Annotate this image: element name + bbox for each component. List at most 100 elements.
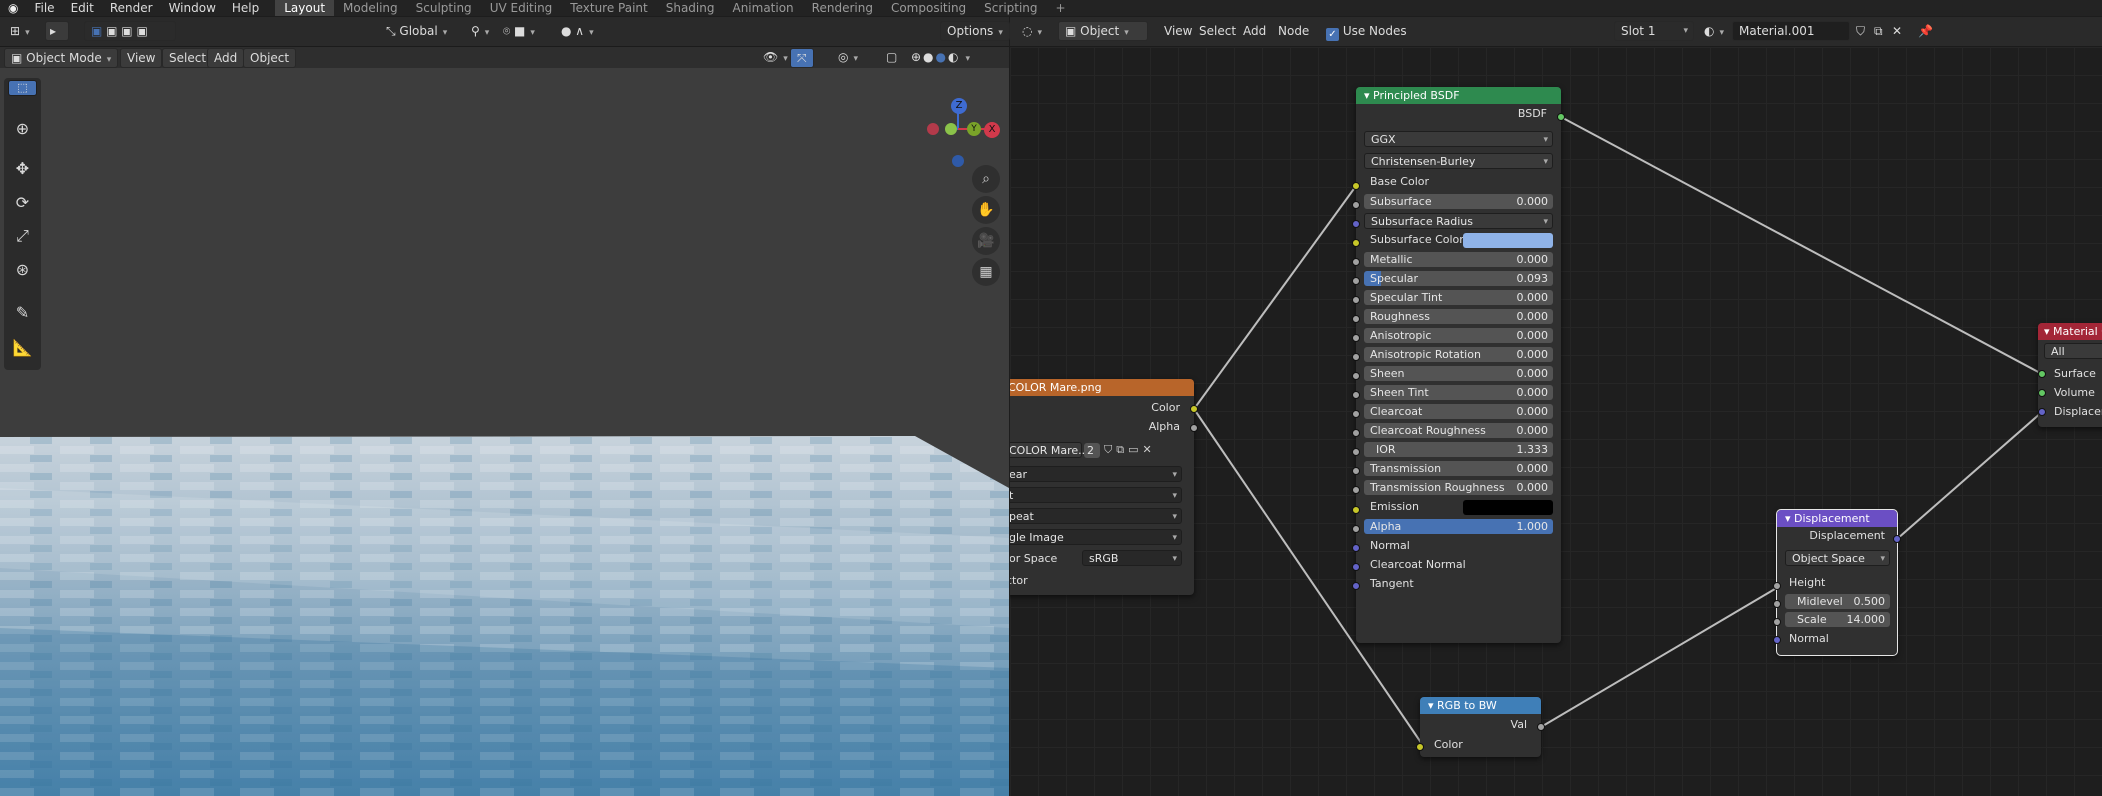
subsurface-color-swatch[interactable]: [1463, 233, 1553, 248]
node-editor-canvas[interactable]: COLOR Mare.png Color Alpha COLOR Mare...…: [1010, 47, 2102, 796]
distribution-dropdown[interactable]: GGX ▾: [1364, 131, 1553, 147]
tab-animation[interactable]: Animation: [723, 0, 802, 16]
specular-tint-field[interactable]: Specular Tint 0.000: [1364, 290, 1553, 305]
tab-modeling[interactable]: Modeling: [334, 0, 407, 16]
gizmo-toggle-icon[interactable]: ⤧: [790, 48, 814, 68]
midlevel-socket[interactable]: [1773, 600, 1781, 608]
pivot-icon[interactable]: ⚲ ▾: [465, 21, 495, 41]
tab-compositing[interactable]: Compositing: [882, 0, 975, 16]
clearcoat-roughness-socket[interactable]: [1352, 429, 1360, 437]
xray-icon[interactable]: ▢: [880, 47, 903, 67]
output-displacement-socket[interactable]: [2038, 408, 2046, 416]
emission-color-swatch[interactable]: [1463, 500, 1553, 515]
viewport-menu-select[interactable]: Select: [162, 48, 214, 68]
surface-socket[interactable]: [2038, 370, 2046, 378]
roughness-socket[interactable]: [1352, 315, 1360, 323]
output-target-dropdown[interactable]: All: [2044, 343, 2102, 359]
selection-mode-icons[interactable]: ▣ ▣ ▣ ▣: [84, 21, 176, 41]
sheen-tint-field[interactable]: Sheen Tint 0.000: [1364, 385, 1553, 400]
sheen-tint-socket[interactable]: [1352, 391, 1360, 399]
shader-type-dropdown[interactable]: ▣ Object ▾: [1058, 21, 1148, 41]
tab-shading[interactable]: Shading: [657, 0, 724, 16]
clearcoat-roughness-field[interactable]: Clearcoat Roughness 0.000: [1364, 423, 1553, 438]
shading-mode-icons[interactable]: ⊕●●◐ ▾: [905, 47, 978, 67]
subsurface-radius-socket[interactable]: [1352, 220, 1360, 228]
z-axis-icon[interactable]: Z: [951, 98, 967, 114]
displacement-node[interactable]: ▾ Displacement Displacement Object Space…: [1776, 509, 1898, 656]
neg-z-axis-icon[interactable]: [952, 155, 964, 167]
clearcoat-field[interactable]: Clearcoat 0.000: [1364, 404, 1553, 419]
slot-dropdown[interactable]: Slot 1 ▾: [1614, 21, 1694, 41]
image-tool-icons[interactable]: ⛉⧉▭✕: [1104, 443, 1156, 457]
specular-tint-socket[interactable]: [1352, 296, 1360, 304]
transmission-roughness-socket[interactable]: [1352, 486, 1360, 494]
cursor-icon[interactable]: ⊕: [8, 114, 37, 143]
material-output-node[interactable]: ▾ Material O All Surface Volume Displace…: [2038, 323, 2102, 427]
anisotropic-field[interactable]: Anisotropic 0.000: [1364, 328, 1553, 343]
subsurface-field[interactable]: Subsurface 0.000: [1364, 194, 1553, 209]
material-browse-icon[interactable]: ◐ ▾: [1698, 21, 1730, 41]
emission-socket[interactable]: [1352, 506, 1360, 514]
tab-rendering[interactable]: Rendering: [803, 0, 882, 16]
clearcoat-socket[interactable]: [1352, 410, 1360, 418]
scale-socket[interactable]: [1773, 618, 1781, 626]
sheen-field[interactable]: Sheen 0.000: [1364, 366, 1553, 381]
output-node-header[interactable]: ▾ Material O: [2038, 323, 2102, 340]
material-name-field[interactable]: Material.001: [1732, 21, 1850, 41]
use-nodes-checkbox[interactable]: ✓ Use Nodes: [1320, 21, 1413, 41]
perspective-grid-icon[interactable]: ▦: [972, 258, 1000, 286]
move-icon[interactable]: ✥: [8, 154, 37, 183]
neg-y-axis-icon[interactable]: [945, 123, 957, 135]
y-axis-icon[interactable]: Y: [967, 122, 981, 136]
interpolation-dropdown[interactable]: ear ▾: [1010, 466, 1182, 482]
image-users-count[interactable]: 2: [1084, 443, 1100, 458]
transmission-roughness-field[interactable]: Transmission Roughness 0.000: [1364, 480, 1553, 495]
basecolor-socket[interactable]: [1352, 182, 1360, 190]
select-box-icon[interactable]: ⬚: [8, 80, 37, 96]
image-node-header[interactable]: COLOR Mare.png: [1010, 379, 1194, 396]
tab-texture-paint[interactable]: Texture Paint: [561, 0, 656, 16]
projection-dropdown[interactable]: t ▾: [1010, 487, 1182, 503]
transform-orientation-dropdown[interactable]: ⤡ Global ▾: [380, 21, 453, 41]
pan-hand-icon[interactable]: ✋: [972, 196, 1000, 224]
proportional-edit-icon[interactable]: ● ∧ ▾: [555, 21, 600, 41]
tab-layout[interactable]: Layout: [275, 0, 335, 16]
val-socket[interactable]: [1537, 723, 1545, 731]
tab-sculpting[interactable]: Sculpting: [407, 0, 481, 16]
metallic-field[interactable]: Metallic 0.000: [1364, 252, 1553, 267]
annotate-icon[interactable]: ✎: [8, 298, 37, 327]
volume-socket[interactable]: [2038, 389, 2046, 397]
disp-normal-socket[interactable]: [1773, 636, 1781, 644]
image-texture-node[interactable]: COLOR Mare.png Color Alpha COLOR Mare...…: [1010, 379, 1194, 595]
overlays-icon[interactable]: ◎ ▾: [832, 47, 864, 67]
roughness-field[interactable]: Roughness 0.000: [1364, 309, 1553, 324]
image-alpha-socket[interactable]: [1190, 424, 1198, 432]
alpha-socket[interactable]: [1352, 525, 1360, 533]
ior-field[interactable]: IOR 1.333: [1364, 442, 1553, 457]
node-menu-select[interactable]: Select: [1193, 21, 1242, 41]
rgb-to-bw-node[interactable]: ▾ RGB to BW Val Color: [1420, 697, 1541, 757]
height-socket[interactable]: [1773, 582, 1781, 590]
sheen-socket[interactable]: [1352, 372, 1360, 380]
menu-render[interactable]: Render: [102, 0, 161, 16]
tab-scripting[interactable]: Scripting: [975, 0, 1046, 16]
tab-uv-editing[interactable]: UV Editing: [481, 0, 562, 16]
rotate-icon[interactable]: ⟳: [8, 188, 37, 217]
alpha-field[interactable]: Alpha 1.000: [1364, 519, 1553, 534]
image-color-socket[interactable]: [1190, 405, 1198, 413]
neg-x-axis-icon[interactable]: [927, 123, 939, 135]
clearcoat-normal-socket[interactable]: [1352, 563, 1360, 571]
pin-icon[interactable]: 📌: [1912, 21, 1939, 41]
subsurface-method-dropdown[interactable]: Christensen-Burley ▾: [1364, 153, 1553, 169]
add-workspace-button[interactable]: +: [1047, 0, 1075, 16]
anisotropic-rotation-field[interactable]: Anisotropic Rotation 0.000: [1364, 347, 1553, 362]
blender-logo-icon[interactable]: ◉: [0, 0, 26, 16]
anisotropic-rotation-socket[interactable]: [1352, 353, 1360, 361]
scale-field[interactable]: Scale 14.000: [1785, 612, 1890, 627]
subsurface-socket[interactable]: [1352, 201, 1360, 209]
color-space-dropdown[interactable]: sRGB ▾: [1082, 550, 1182, 566]
extension-dropdown[interactable]: peat ▾: [1010, 508, 1182, 524]
visibility-icon[interactable]: 👁 ▾: [757, 47, 794, 67]
disp-space-dropdown[interactable]: Object Space ▾: [1785, 550, 1890, 566]
3d-viewport[interactable]: Z X Y ⌕ ✋ 🎥 ▦: [0, 68, 1009, 796]
